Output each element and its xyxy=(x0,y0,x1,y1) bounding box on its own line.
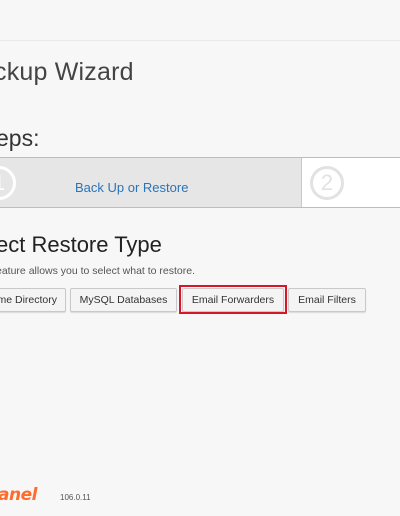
mysql-databases-button[interactable]: MySQL Databases xyxy=(70,288,177,312)
steps-bar: 1 Back Up or Restore 2 xyxy=(0,157,400,208)
top-bar xyxy=(0,0,400,41)
cpanel-logo[interactable]: anel xyxy=(0,485,37,505)
version-label: 106.0.11 xyxy=(60,493,91,502)
home-directory-button[interactable]: me Directory xyxy=(0,288,66,312)
step-1-number-icon: 1 xyxy=(0,166,16,200)
step-2: 2 xyxy=(302,158,400,207)
steps-heading: eps: xyxy=(0,125,40,151)
step-1-label[interactable]: Back Up or Restore xyxy=(75,180,188,195)
logo-text: anel xyxy=(0,485,37,505)
section-description: eature allows you to select what to rest… xyxy=(0,265,196,277)
section-title: ect Restore Type xyxy=(0,232,162,257)
backup-wizard-page: ckup Wizard eps: 1 Back Up or Restore 2 … xyxy=(0,0,400,516)
step-2-number-icon: 2 xyxy=(310,166,344,200)
email-forwarders-button[interactable]: Email Forwarders xyxy=(182,288,284,312)
page-title: ckup Wizard xyxy=(0,58,134,86)
step-1[interactable]: 1 Back Up or Restore xyxy=(0,158,302,207)
email-filters-button[interactable]: Email Filters xyxy=(288,288,366,312)
